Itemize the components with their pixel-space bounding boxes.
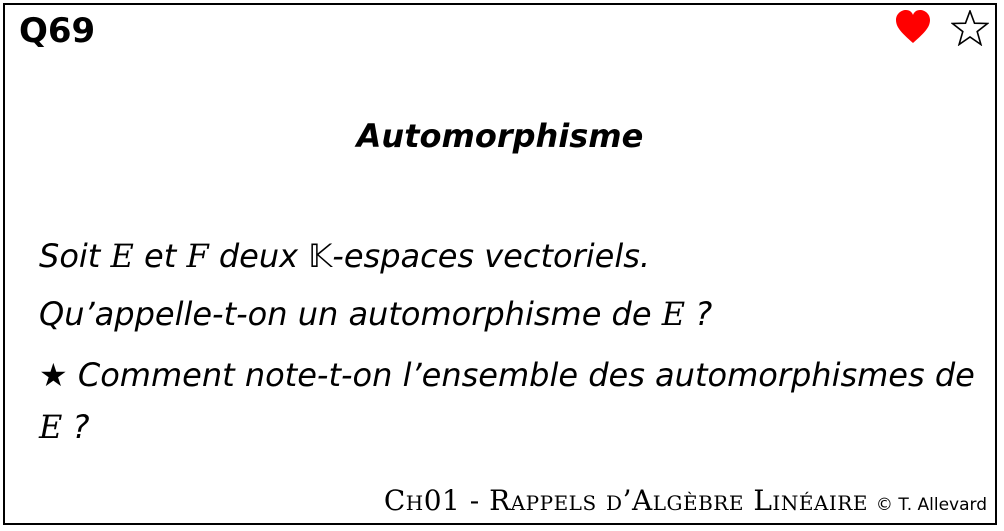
question-line-3: ★ Comment note-t-on l’ensemble des autom…	[39, 356, 975, 446]
chapter-label: Ch01 - Rappels d’Algèbre Linéaire	[383, 484, 868, 517]
math-field-k: 𝕂	[308, 237, 333, 275]
question-body: Soit E et F deux 𝕂-espaces vectoriels. Q…	[39, 227, 987, 453]
math-f: F	[186, 237, 209, 275]
star-icon[interactable]	[951, 10, 989, 46]
card-footer: Ch01 - Rappels d’Algèbre Linéaire © T. A…	[384, 484, 987, 517]
heart-icon[interactable]	[895, 10, 931, 46]
question-line-1: Soit E et F deux 𝕂-espaces vectoriels.	[39, 237, 651, 275]
question-line-2: Qu’appelle-t-on un automorphisme de E ?	[39, 295, 713, 333]
card-icons	[895, 10, 989, 46]
card-title: Automorphisme	[356, 117, 644, 155]
copyright-label: © T. Allevard	[875, 495, 987, 515]
math-e: E	[39, 408, 63, 446]
flashcard: Q69 Automorphisme Soit E et F deux 𝕂-esp…	[3, 3, 997, 525]
question-id: Q69	[19, 11, 96, 51]
math-e: E	[110, 237, 134, 275]
star-marker-icon: ★	[39, 356, 68, 394]
math-e: E	[661, 295, 686, 333]
